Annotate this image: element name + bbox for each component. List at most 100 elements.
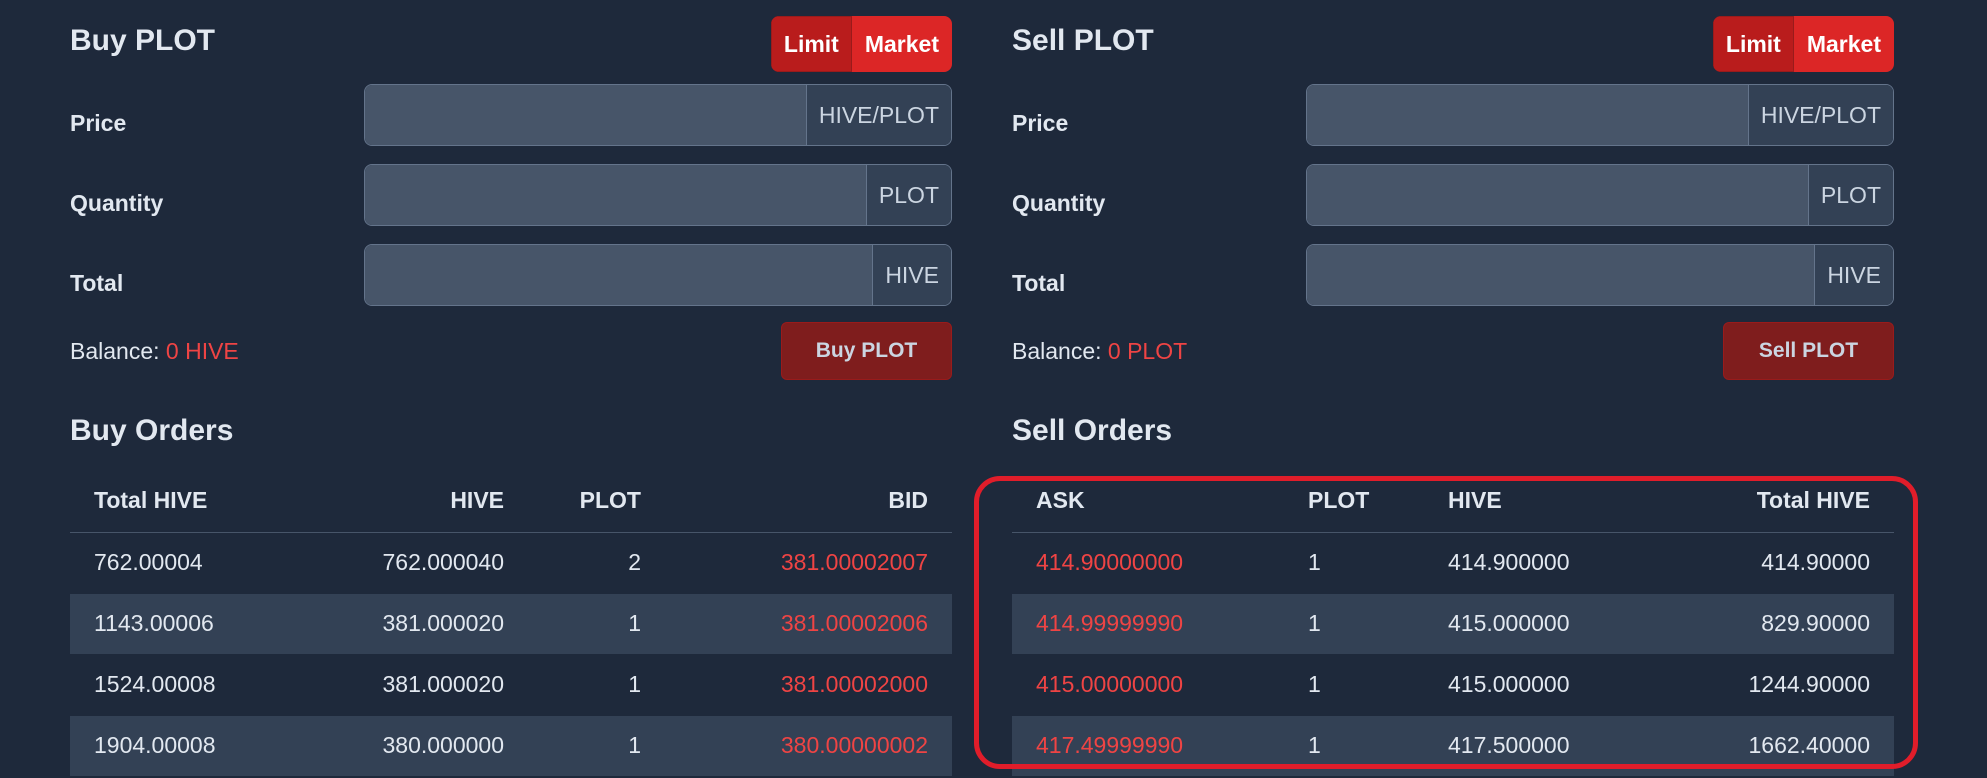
cell-hive: 380.000000 [288, 715, 528, 777]
sell-quantity-row: Quantity PLOT [1012, 164, 1894, 244]
col-total-hive[interactable]: Total HIVE [1624, 470, 1894, 533]
table-row[interactable]: 415.00000000 1 415.000000 1244.90000 [1012, 654, 1894, 716]
buy-quantity-input[interactable] [365, 165, 866, 225]
table-row[interactable]: 762.00004 762.000040 2 381.00002007 [70, 532, 952, 594]
cell-plot: 1 [528, 593, 665, 655]
sell-header: Sell PLOT Limit Market [1012, 0, 1894, 84]
sell-quantity-group: PLOT [1306, 164, 1894, 226]
buy-total-input[interactable] [365, 245, 873, 305]
cell-bid: 381.00002007 [665, 532, 952, 594]
cell-hive: 381.000020 [288, 593, 528, 655]
table-row[interactable]: 414.99999990 1 415.000000 829.90000 [1012, 593, 1894, 655]
sell-panel: Sell PLOT Limit Market Price HIVE/PLOT Q… [1012, 0, 1894, 777]
sell-price-row: Price HIVE/PLOT [1012, 84, 1894, 164]
cell-hive: 415.000000 [1424, 654, 1624, 716]
sell-price-label: Price [1012, 110, 1069, 136]
col-bid[interactable]: BID [665, 470, 952, 533]
cell-total-hive: 1244.90000 [1624, 654, 1894, 716]
buy-total-unit: HIVE [872, 245, 951, 305]
sell-orders-header-row: ASK PLOT HIVE Total HIVE [1012, 470, 1894, 533]
cell-total-hive: 1524.00008 [70, 654, 288, 716]
cell-hive: 414.900000 [1424, 532, 1624, 594]
buy-orders-table: Total HIVE HIVE PLOT BID 762.00004 762.0… [70, 470, 952, 777]
cell-plot: 1 [1284, 715, 1424, 777]
sell-orders-table: ASK PLOT HIVE Total HIVE 414.90000000 1 … [1012, 470, 1894, 777]
buy-balance-row: Balance: 0 HIVE Buy PLOT [70, 322, 952, 412]
cell-plot: 1 [1284, 654, 1424, 716]
cell-ask: 414.99999990 [1012, 593, 1284, 655]
buy-balance-label: Balance: [70, 338, 160, 364]
table-row[interactable]: 417.49999990 1 417.500000 1662.40000 [1012, 715, 1894, 777]
sell-total-unit: HIVE [1814, 245, 1893, 305]
sell-price-input[interactable] [1307, 85, 1748, 145]
col-ask[interactable]: ASK [1012, 470, 1284, 533]
sell-order-type-toggle: Limit Market [1712, 16, 1894, 72]
sell-limit-button[interactable]: Limit [1712, 16, 1794, 72]
cell-bid: 381.00002000 [665, 654, 952, 716]
cell-bid: 380.00000002 [665, 715, 952, 777]
cell-hive: 762.000040 [288, 532, 528, 594]
buy-order-type-toggle: Limit Market [770, 16, 952, 72]
table-row[interactable]: 1143.00006 381.000020 1 381.00002006 [70, 593, 952, 655]
cell-hive: 381.000020 [288, 654, 528, 716]
buy-quantity-unit: PLOT [865, 165, 951, 225]
buy-orders-title: Buy Orders [70, 414, 234, 447]
col-hive[interactable]: HIVE [1424, 470, 1624, 533]
cell-plot: 1 [528, 715, 665, 777]
cell-hive: 415.000000 [1424, 593, 1624, 655]
sell-quantity-input[interactable] [1307, 165, 1808, 225]
sell-balance-label: Balance: [1012, 338, 1102, 364]
cell-plot: 2 [528, 532, 665, 594]
cell-total-hive: 414.90000 [1624, 532, 1894, 594]
cell-total-hive: 829.90000 [1624, 593, 1894, 655]
table-row[interactable]: 414.90000000 1 414.900000 414.90000 [1012, 532, 1894, 594]
cell-ask: 414.90000000 [1012, 532, 1284, 594]
buy-panel: Buy PLOT Limit Market Price HIVE/PLOT Qu… [70, 0, 952, 777]
buy-plot-button[interactable]: Buy PLOT [781, 322, 952, 380]
buy-header: Buy PLOT Limit Market [70, 0, 952, 84]
cell-plot: 1 [1284, 532, 1424, 594]
cell-bid: 381.00002006 [665, 593, 952, 655]
cell-ask: 417.49999990 [1012, 715, 1284, 777]
cell-plot: 1 [528, 654, 665, 716]
buy-title: Buy PLOT [70, 24, 216, 57]
buy-total-row: Total HIVE [70, 244, 952, 324]
sell-orders-title: Sell Orders [1012, 414, 1173, 447]
table-row[interactable]: 1524.00008 381.000020 1 381.00002000 [70, 654, 952, 716]
buy-orders-header-row: Total HIVE HIVE PLOT BID [70, 470, 952, 533]
col-plot[interactable]: PLOT [1284, 470, 1424, 533]
buy-quantity-group: PLOT [364, 164, 952, 226]
buy-price-label: Price [70, 110, 127, 136]
buy-quantity-label: Quantity [70, 190, 164, 216]
col-total-hive[interactable]: Total HIVE [70, 470, 288, 533]
table-row[interactable]: 1904.00008 380.000000 1 380.00000002 [70, 715, 952, 777]
buy-total-group: HIVE [364, 244, 952, 306]
buy-balance-value: 0 HIVE [165, 338, 239, 364]
buy-quantity-row: Quantity PLOT [70, 164, 952, 244]
sell-total-row: Total HIVE [1012, 244, 1894, 324]
buy-total-label: Total [70, 270, 124, 296]
sell-balance: Balance: 0 PLOT [1012, 338, 1187, 365]
cell-hive: 417.500000 [1424, 715, 1624, 777]
sell-plot-button[interactable]: Sell PLOT [1723, 322, 1894, 380]
buy-balance: Balance: 0 HIVE [70, 338, 239, 365]
sell-quantity-unit: PLOT [1807, 165, 1893, 225]
buy-market-button[interactable]: Market [851, 16, 952, 72]
sell-balance-row: Balance: 0 PLOT Sell PLOT [1012, 322, 1894, 412]
buy-limit-button[interactable]: Limit [770, 16, 852, 72]
cell-total-hive: 1904.00008 [70, 715, 288, 777]
cell-total-hive: 1662.40000 [1624, 715, 1894, 777]
sell-total-input[interactable] [1307, 245, 1815, 305]
col-hive[interactable]: HIVE [288, 470, 528, 533]
buy-price-input[interactable] [365, 85, 806, 145]
sell-quantity-label: Quantity [1012, 190, 1106, 216]
sell-total-group: HIVE [1306, 244, 1894, 306]
sell-market-button[interactable]: Market [1793, 16, 1894, 72]
cell-ask: 415.00000000 [1012, 654, 1284, 716]
sell-balance-value: 0 PLOT [1107, 338, 1188, 364]
sell-price-unit: HIVE/PLOT [1747, 85, 1893, 145]
col-plot[interactable]: PLOT [528, 470, 665, 533]
cell-plot: 1 [1284, 593, 1424, 655]
sell-title: Sell PLOT [1012, 24, 1154, 57]
buy-price-unit: HIVE/PLOT [805, 85, 951, 145]
